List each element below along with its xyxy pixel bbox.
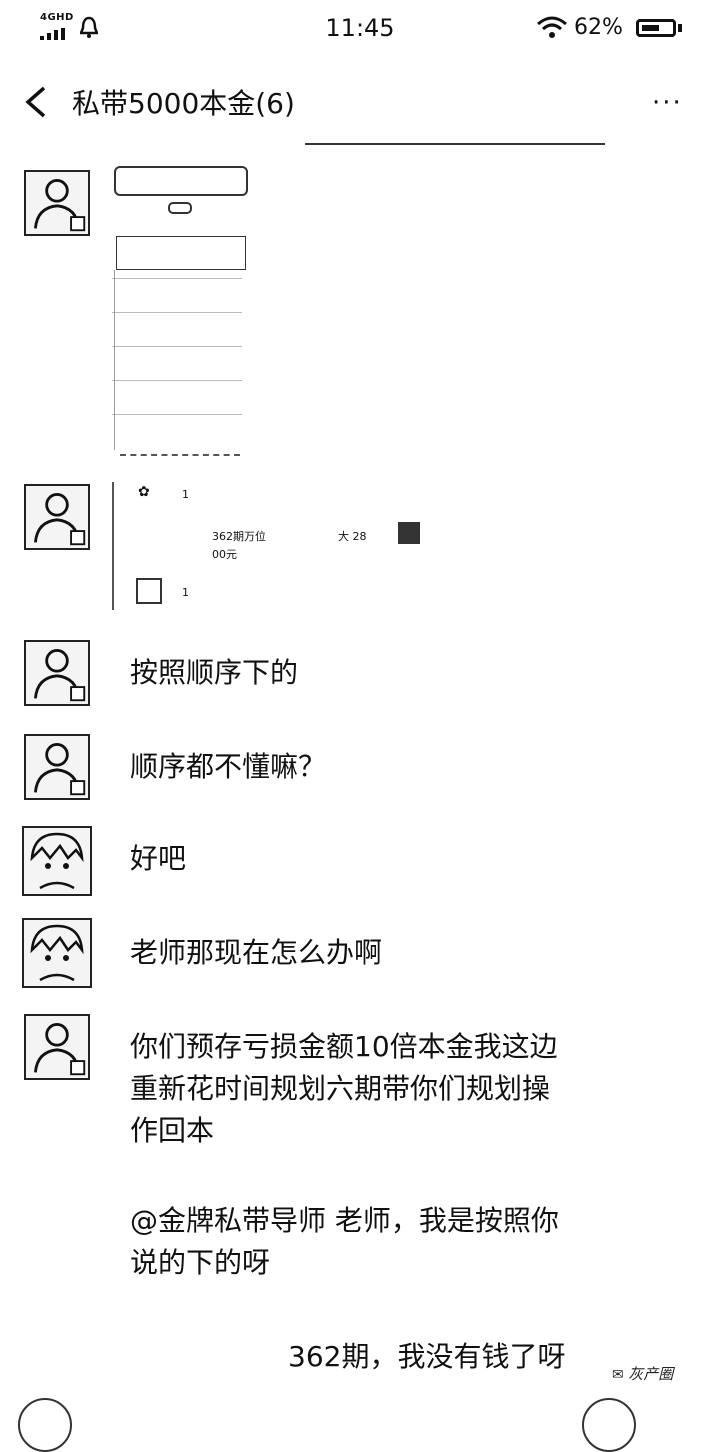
thumb-row xyxy=(112,414,242,415)
bottom-avatar xyxy=(582,1398,636,1452)
wechat-logo-icon: ✉ xyxy=(612,1367,629,1383)
battery-tip xyxy=(678,24,682,32)
message-text: 老师那现在怎么办啊 xyxy=(130,936,383,969)
avatar-teacher[interactable] xyxy=(24,484,90,550)
message-text: 好吧 xyxy=(130,842,187,875)
message-text: 作回本 xyxy=(130,1114,215,1147)
thumb-bottom-nav xyxy=(120,454,240,458)
message-text: 说的下的呀 xyxy=(130,1246,271,1279)
thumb-row xyxy=(112,278,242,279)
thumb-header xyxy=(114,166,248,196)
image-message[interactable] xyxy=(112,166,250,462)
thumb-row-selected xyxy=(116,236,246,270)
message-text: 顺序都不懂嘛？ xyxy=(130,750,327,783)
back-arrow-icon[interactable] xyxy=(22,84,52,120)
thumb-row xyxy=(112,346,242,347)
wifi-icon xyxy=(537,16,567,38)
avatar-teacher[interactable] xyxy=(24,640,90,706)
divider xyxy=(305,143,605,145)
message-text: 按照顺序下的 xyxy=(130,656,299,689)
avatar-teacher[interactable] xyxy=(24,170,90,236)
count-top: 1 xyxy=(182,488,189,501)
count-bottom: 1 xyxy=(182,586,189,599)
message-text: 你们预存亏损金额10倍本金我这边 xyxy=(130,1030,558,1063)
bet-value: 大 28 xyxy=(338,530,367,543)
thumb-avatar-icon xyxy=(136,578,162,604)
bottom-avatar xyxy=(18,1398,72,1452)
forwarded-card[interactable]: ✿ 1 362期万位 大 28 00元 1 xyxy=(112,482,434,610)
bet-amount: 00元 xyxy=(212,548,237,561)
chat-title: 私带5000本金(6) xyxy=(72,87,295,120)
watermark-text: 灰产圈 xyxy=(628,1365,674,1383)
message-text: 重新花时间规划六期带你们规划操 xyxy=(130,1072,551,1105)
more-options-icon[interactable]: ··· xyxy=(652,90,683,116)
avatar-teacher[interactable] xyxy=(24,734,90,800)
thumb-row xyxy=(112,312,242,313)
bet-period: 362期万位 xyxy=(212,530,266,543)
battery-icon xyxy=(636,19,676,37)
thumb-avatar-icon xyxy=(398,522,420,544)
thumb-edge xyxy=(114,270,115,450)
status-bar: 4GHD 11:45 62% xyxy=(0,0,720,58)
avatar-user[interactable] xyxy=(22,918,92,988)
message-text: @金牌私带导师 老师，我是按照你 xyxy=(130,1204,559,1237)
chat-header: 私带5000本金(6) ··· xyxy=(0,58,720,146)
thumb-toggle xyxy=(168,202,192,214)
avatar-user[interactable] xyxy=(22,826,92,896)
avatar-teacher[interactable] xyxy=(24,1014,90,1080)
battery-percent: 62% xyxy=(574,15,623,40)
sticker-icon: ✿ xyxy=(138,484,150,500)
thumb-row xyxy=(112,380,242,381)
message-text: 362期，我没有钱了呀 xyxy=(288,1340,566,1373)
watermark: ✉ 灰产圈 xyxy=(612,1363,673,1384)
